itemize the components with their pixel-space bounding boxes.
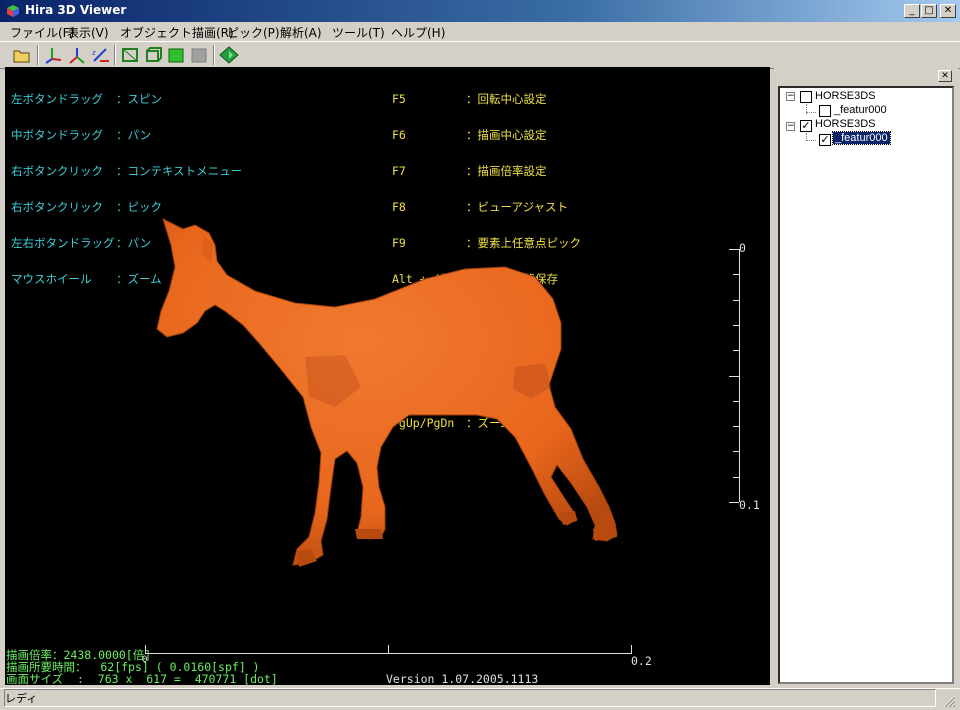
minimize-button[interactable]: _: [904, 4, 920, 18]
tree-node-label[interactable]: HORSE3DS: [815, 90, 876, 102]
wireframe-cube-icon[interactable]: [119, 45, 141, 65]
app-icon: [7, 5, 19, 17]
menu-file[interactable]: ファイル(F): [10, 24, 74, 41]
vertical-scale-tick: [729, 249, 739, 250]
tree-child-label[interactable]: _featur000: [834, 104, 887, 116]
panel-close-icon[interactable]: ✕: [938, 70, 952, 82]
tree-checkbox-checked[interactable]: ✓: [800, 120, 812, 132]
close-button[interactable]: ✕: [940, 4, 956, 18]
vertical-scale-tick: [729, 375, 739, 377]
vertical-scale-bottom-label: 0.1: [739, 498, 760, 512]
horizontal-scale-tick: [388, 645, 389, 654]
tree-connector: [806, 112, 816, 114]
shaded-cube-icon[interactable]: [165, 45, 187, 65]
tree-child-label-selected[interactable]: _featur000: [832, 131, 891, 145]
toolbar-separator: [37, 45, 39, 65]
tree-checkbox[interactable]: [800, 91, 812, 103]
green-diamond-icon[interactable]: [218, 45, 240, 65]
axis-xyz-icon[interactable]: [42, 45, 64, 65]
toolbar-separator: [213, 45, 215, 65]
horizontal-scale-right-label: 0.2: [631, 654, 652, 668]
menu-view[interactable]: 表示(V): [67, 24, 109, 41]
horizontal-scale-tick: [631, 645, 632, 654]
tree-collapse-icon[interactable]: −: [786, 122, 795, 131]
screen-size-text: 画面サイズ : 763 x 617 = 470771 [dot]: [6, 672, 278, 685]
menu-help[interactable]: ヘルプ(H): [391, 24, 445, 41]
open-folder-icon[interactable]: [11, 45, 33, 65]
axis-zx-view-icon[interactable]: z: [90, 45, 112, 65]
vertical-scale-tick: [733, 274, 739, 276]
vertical-scale-tick: [733, 299, 739, 301]
title-bar: [0, 0, 960, 22]
object-tree: [778, 86, 954, 684]
tree-collapse-icon[interactable]: −: [786, 92, 795, 101]
tree-checkbox-checked[interactable]: ✓: [819, 134, 831, 146]
window-title: Hira 3D Viewer: [25, 3, 127, 17]
version-text: Version 1.07.2005.1113: [386, 672, 539, 685]
axis-xy-view-icon[interactable]: [66, 45, 88, 65]
menu-analysis[interactable]: 解析(A): [280, 24, 322, 41]
menu-pick[interactable]: ピック(P): [227, 24, 280, 41]
resize-grip-icon[interactable]: [942, 694, 956, 708]
status-pane: [4, 689, 936, 707]
vertical-scale-tick: [733, 426, 739, 428]
tree-checkbox[interactable]: [819, 105, 831, 117]
horse-3d-model[interactable]: [5, 67, 770, 685]
vertical-scale-line: [739, 249, 740, 502]
vertical-scale-top-label: 0: [739, 241, 746, 255]
hidden-line-cube-icon[interactable]: [142, 45, 164, 65]
tree-node-label[interactable]: HORSE3DS: [815, 118, 876, 130]
menu-object-render[interactable]: オブジェクト描画(R): [120, 24, 234, 41]
disabled-cube-icon: [191, 48, 207, 63]
tree-connector: [806, 140, 816, 142]
menu-tools[interactable]: ツール(T): [332, 24, 385, 41]
vertical-scale-ticks: [729, 249, 739, 503]
vertical-scale-tick: [733, 476, 739, 478]
svg-text:z: z: [92, 49, 96, 57]
vertical-scale-tick: [733, 324, 739, 326]
3d-viewport[interactable]: 左ボタンドラッグ 中ボタンドラッグ 右ボタンクリック 右ボタンクリック 左右ボタ…: [5, 67, 770, 685]
vertical-scale-tick: [733, 451, 739, 453]
maximize-button[interactable]: □: [921, 4, 937, 18]
vertical-scale-tick: [733, 400, 739, 402]
status-text: レディ: [5, 692, 38, 705]
vertical-scale-tick: [733, 350, 739, 352]
toolbar-separator: [114, 45, 116, 65]
vertical-scale-tick: [729, 502, 739, 503]
